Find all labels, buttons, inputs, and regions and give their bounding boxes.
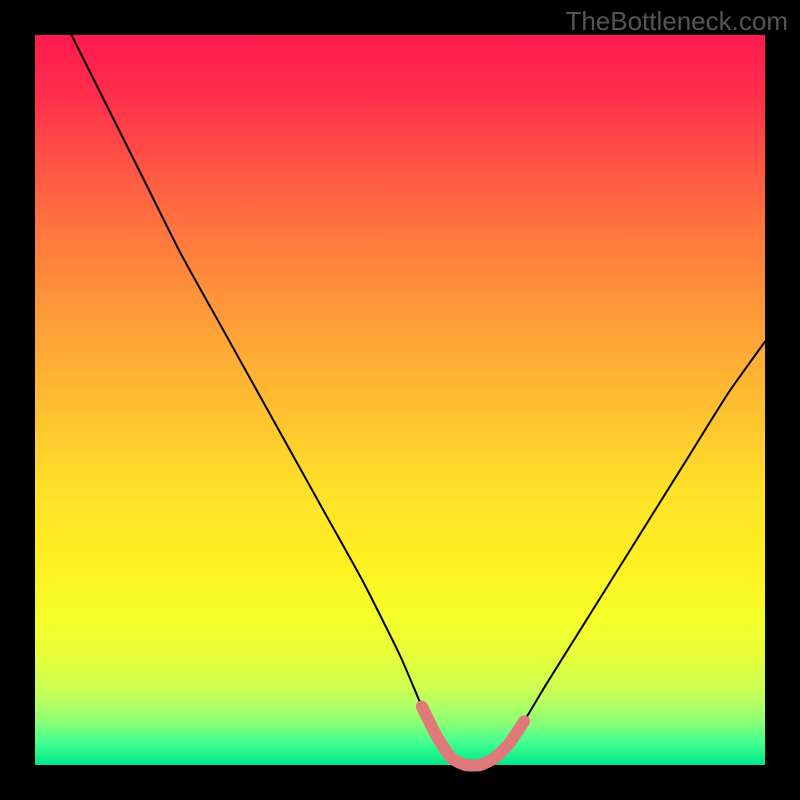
watermark-text: TheBottleneck.com xyxy=(565,6,788,37)
chart-plot-area xyxy=(35,35,765,765)
bottleneck-band-overlay xyxy=(422,707,524,766)
bottleneck-curve-line xyxy=(72,35,766,766)
chart-curve-svg xyxy=(35,35,765,765)
